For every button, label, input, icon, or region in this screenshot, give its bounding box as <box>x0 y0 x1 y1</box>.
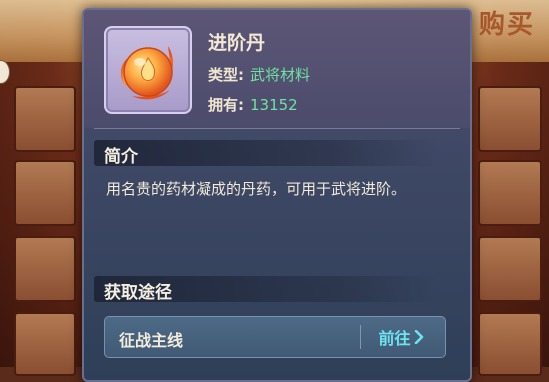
item-icon-frame <box>104 26 192 114</box>
shop-slot <box>14 236 76 302</box>
shop-slot <box>14 160 76 226</box>
shop-slot <box>478 160 542 226</box>
shop-slot <box>14 86 76 152</box>
source-section-header: 获取途径 <box>94 276 438 303</box>
shop-slot <box>478 236 542 302</box>
intro-section-header: 简介 <box>94 140 438 167</box>
item-owned-label: 拥有: <box>208 96 244 114</box>
item-name: 进阶丹 <box>208 32 266 54</box>
item-detail-panel: 进阶丹 类型: 武将材料 拥有: 13152 简介 用名贵的药材凝成的丹药，可用于武… <box>82 8 472 382</box>
item-owned-row: 拥有: 13152 <box>208 94 298 115</box>
go-to-route-button[interactable]: 前往 <box>363 317 439 357</box>
source-heading: 获取途径 <box>104 283 172 303</box>
go-button-label: 前往 <box>378 329 411 348</box>
item-type-label: 类型: <box>208 66 244 84</box>
source-route-row: 征战主线 前往 <box>104 316 446 358</box>
shop-slot <box>478 312 542 376</box>
item-type-value: 武将材料 <box>250 66 311 84</box>
intro-heading: 简介 <box>104 147 138 167</box>
route-divider <box>360 325 361 349</box>
route-name: 征战主线 <box>119 331 184 350</box>
buy-title: 购买 <box>478 10 535 40</box>
chevron-right-icon <box>414 330 423 344</box>
item-owned-value: 13152 <box>250 96 298 114</box>
item-type-row: 类型: 武将材料 <box>208 64 310 85</box>
fire-orb-icon <box>120 46 173 100</box>
shop-slot <box>478 86 542 152</box>
intro-description: 用名贵的药材凝成的丹药，可用于武将进阶。 <box>106 180 407 198</box>
header-divider <box>94 128 460 129</box>
shop-slot <box>14 312 76 376</box>
